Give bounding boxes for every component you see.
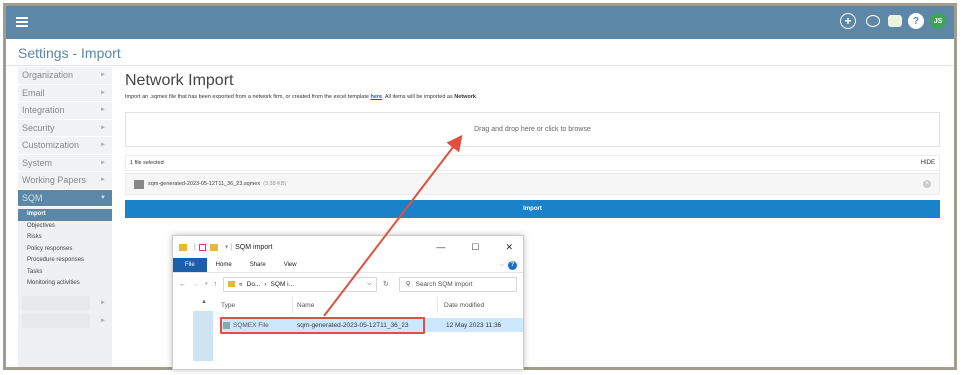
top-bar: + ? JS xyxy=(6,6,954,39)
hide-button[interactable]: HIDE xyxy=(921,160,935,166)
sidebar-item-integration[interactable]: Integration ► xyxy=(18,102,112,120)
help-icon[interactable]: ? xyxy=(508,260,517,270)
chevron-right-icon: ► xyxy=(100,317,106,324)
back-icon[interactable]: ← xyxy=(179,281,186,288)
navigation-pane xyxy=(193,311,213,361)
import-button[interactable]: Import xyxy=(125,200,940,218)
tab-file[interactable]: File xyxy=(173,258,207,272)
chevron-down-icon[interactable]: ⌵ xyxy=(367,280,372,288)
window-controls: — ☐ ✕ xyxy=(436,242,513,253)
file-dropzone[interactable]: Drag and drop here or click to browse xyxy=(125,112,940,147)
redacted-block xyxy=(22,313,91,328)
chevron-right-icon: ► xyxy=(100,159,106,166)
search-icon: ⚲ xyxy=(405,281,411,288)
subnav-item-objectives[interactable]: Objectives xyxy=(18,221,112,233)
chevron-right-icon: ► xyxy=(100,107,106,114)
chevron-down-icon: ▼ xyxy=(100,194,106,201)
selected-file-row: sqm-generated-2023-05-12T11_36_23.sqmex … xyxy=(125,173,940,195)
column-date-modified[interactable]: Date modified xyxy=(438,302,484,309)
folder-icon xyxy=(209,243,218,251)
column-name[interactable]: Name xyxy=(293,297,438,313)
section-heading: Network Import xyxy=(125,72,234,89)
file-icon xyxy=(134,179,144,189)
subnav-item-risks[interactable]: Risks xyxy=(18,232,112,244)
sidebar-item-redacted[interactable]: ► xyxy=(18,312,112,330)
sidebar-item-system[interactable]: System ► xyxy=(18,154,112,172)
chevron-right-icon: ► xyxy=(100,177,106,184)
chevron-right-icon: ► xyxy=(100,299,106,306)
sidebar-item-sqm[interactable]: SQM ▼ xyxy=(18,189,112,207)
sqm-subnav: Import Objectives Risks Policy responses… xyxy=(18,207,112,294)
tab-share[interactable]: Share xyxy=(241,258,275,272)
hamburger-menu-icon[interactable] xyxy=(16,17,28,27)
page-title: Settings - Import xyxy=(18,45,121,61)
subnav-item-monitoring-activities[interactable]: Monitoring activities xyxy=(18,278,112,290)
tab-view[interactable]: View xyxy=(275,258,306,272)
plus-circle-icon[interactable]: + xyxy=(840,13,856,29)
top-icons: + ? JS xyxy=(840,13,946,29)
page-title-bar: Settings - Import xyxy=(6,39,954,66)
settings-sidebar: Organization ► Email ► Integration ► Securi… xyxy=(18,67,112,367)
refresh-icon[interactable]: ↻ xyxy=(383,280,389,288)
collapse-icon[interactable]: ▲ xyxy=(201,299,207,305)
search-icon[interactable] xyxy=(866,15,880,27)
folder-icon xyxy=(228,281,236,287)
sidebar-item-organization[interactable]: Organization ► xyxy=(18,67,112,85)
remove-file-icon[interactable]: × xyxy=(923,180,931,188)
column-type[interactable]: Type xyxy=(221,297,293,313)
sidebar-item-customization[interactable]: Customization ► xyxy=(18,137,112,155)
sidebar-item-redacted[interactable]: ► xyxy=(18,294,112,312)
chevron-down-icon[interactable]: ▾ xyxy=(205,281,208,287)
sidebar-item-working-papers[interactable]: Working Papers ► xyxy=(18,172,112,190)
chat-icon[interactable] xyxy=(888,15,902,27)
chevron-right-icon: ► xyxy=(100,72,106,79)
redacted-block xyxy=(22,295,91,310)
selected-count: 1 file selected xyxy=(130,160,164,166)
subnav-item-tasks[interactable]: Tasks xyxy=(18,267,112,279)
user-avatar-icon[interactable]: JS xyxy=(930,13,946,29)
file-explorer-window: | ▾ | SQM import — ☐ ✕ File Home Share V… xyxy=(172,235,524,370)
quick-access-icon[interactable] xyxy=(198,243,206,251)
up-icon[interactable]: ↑ xyxy=(214,281,218,288)
subnav-item-procedure-responses[interactable]: Procedure responses xyxy=(18,255,112,267)
explorer-address-row: ← → ▾ ↑ « Do... › SQM i... ⌵ ↻ ⚲ Search … xyxy=(173,273,523,295)
close-icon[interactable]: ✕ xyxy=(505,242,513,253)
chevron-right-icon: ► xyxy=(100,124,106,131)
subnav-item-policy-responses[interactable]: Policy responses xyxy=(18,244,112,256)
maximize-icon[interactable]: ☐ xyxy=(471,242,479,253)
column-headers: Type Name Date modified xyxy=(221,297,521,313)
selected-files-header: 1 file selected HIDE xyxy=(125,155,940,171)
import-description: Import an .sqmex file that has been expo… xyxy=(125,94,478,100)
selected-file-size: (3.38 KB) xyxy=(263,181,287,187)
chevron-right-icon: ► xyxy=(100,89,106,96)
explorer-title: SQM import xyxy=(235,243,273,251)
ribbon-help: ⌵ ? xyxy=(499,258,523,272)
explorer-search-input[interactable]: ⚲ Search SQM import xyxy=(398,276,517,292)
minimize-icon[interactable]: — xyxy=(436,242,445,253)
sidebar-item-security[interactable]: Security ► xyxy=(18,119,112,137)
chevron-right-icon: ► xyxy=(100,142,106,149)
chevron-down-icon[interactable]: ⌵ xyxy=(499,262,504,269)
explorer-titlebar: | ▾ | SQM import — ☐ ✕ xyxy=(173,236,523,258)
sidebar-item-email[interactable]: Email ► xyxy=(18,84,112,102)
folder-icon xyxy=(179,243,187,251)
template-link[interactable]: here xyxy=(370,94,382,100)
explorer-ribbon: File Home Share View ⌵ ? xyxy=(173,258,523,273)
help-icon[interactable]: ? xyxy=(908,13,924,29)
selected-file-name: sqm-generated-2023-05-12T11_36_23.sqmex xyxy=(148,181,261,187)
forward-icon[interactable]: → xyxy=(192,281,199,288)
address-bar[interactable]: « Do... › SQM i... ⌵ xyxy=(223,276,377,292)
subnav-item-import[interactable]: Import xyxy=(18,209,112,221)
tab-home[interactable]: Home xyxy=(207,258,241,272)
annotation-highlight-box xyxy=(220,317,425,334)
